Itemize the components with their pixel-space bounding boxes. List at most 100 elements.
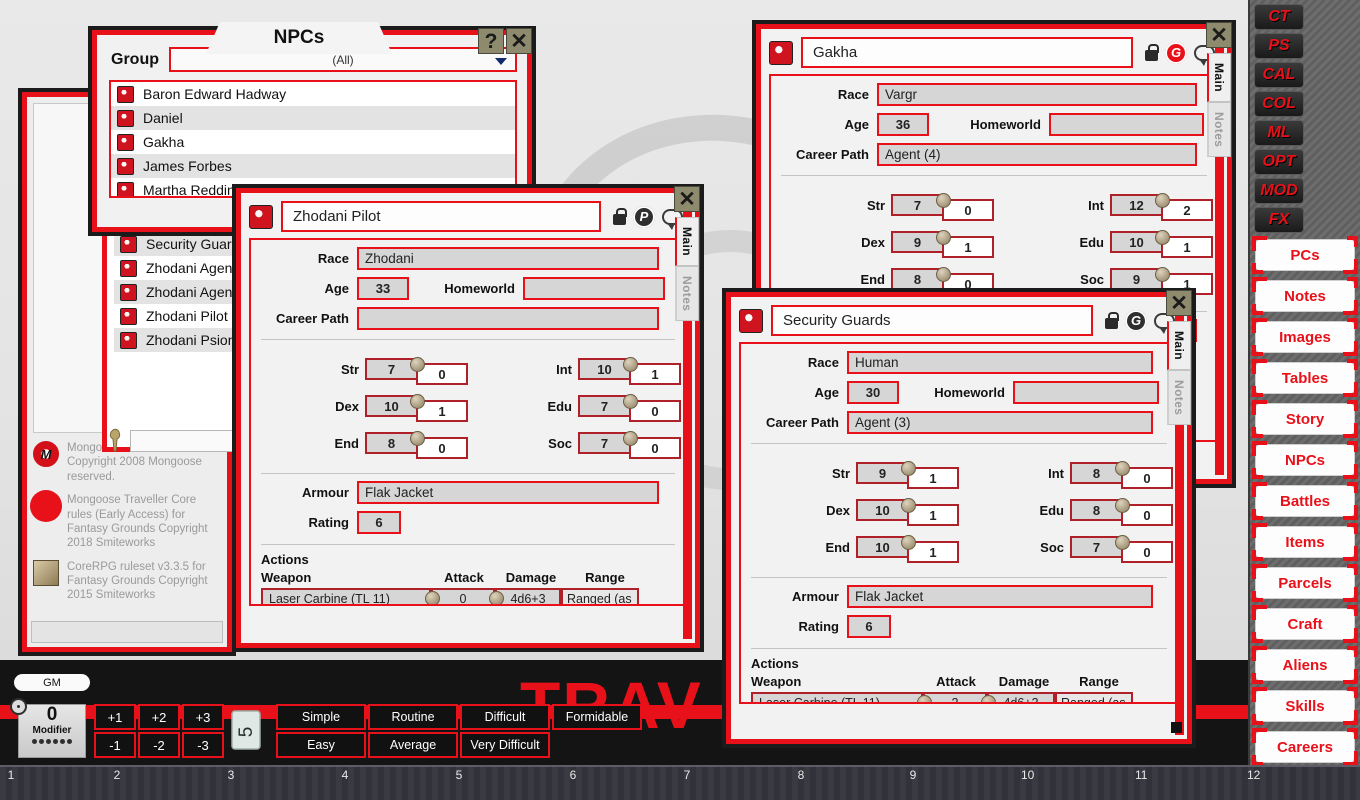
mod-plus-3-button[interactable]: +3 [182,704,224,730]
modifier-stepper[interactable]: 0 Modifier [18,704,86,758]
sidebar-item-items[interactable]: Items [1255,526,1355,558]
rating-value[interactable]: 6 [847,615,891,638]
difficulty-average-button[interactable]: Average [368,732,458,758]
weapon-damage[interactable]: 4d6+3 [495,588,561,606]
tab-main[interactable]: Main [675,217,699,266]
tab-notes[interactable]: Notes [1207,102,1231,157]
mod-plus-2-button[interactable]: +2 [138,704,180,730]
weapon-name[interactable]: Laser Carbine (TL 11) [261,588,431,606]
die-roll-icon[interactable] [410,357,425,372]
difficulty-simple-button[interactable]: Simple [276,704,366,730]
tab-main[interactable]: Main [1167,321,1191,370]
page-tab-12[interactable]: 12 [1244,767,1263,789]
sidebar-icon-cal[interactable]: CAL [1254,62,1304,88]
age-value[interactable]: 36 [877,113,929,136]
lock-icon[interactable] [1105,312,1118,329]
list-item[interactable]: Baron Edward Hadway [111,82,515,106]
rating-value[interactable]: 6 [357,511,401,534]
weapon-attack[interactable]: 0 [431,588,495,606]
page-tab-6[interactable]: 6 [564,767,582,789]
npc-list[interactable]: Baron Edward Hadway Daniel Gakha James F… [109,80,517,198]
sidebar-item-aliens[interactable]: Aliens [1255,649,1355,681]
sidebar-item-npcs[interactable]: NPCs [1255,444,1355,476]
lock-icon[interactable] [613,208,626,225]
list-item[interactable]: James Forbes [111,154,515,178]
sidebar-item-craft[interactable]: Craft [1255,608,1355,640]
page-tab-4[interactable]: 4 [336,767,354,789]
armour-value[interactable]: Flak Jacket [847,585,1153,608]
armour-value[interactable]: Flak Jacket [357,481,659,504]
lock-icon[interactable] [1145,44,1158,61]
left-panel-footer-bar[interactable] [31,621,223,643]
sidebar-item-battles[interactable]: Battles [1255,485,1355,517]
sidebar-item-careers[interactable]: Careers [1255,731,1355,763]
character-name-input[interactable]: Security Guards [771,305,1093,336]
sidebar-item-notes[interactable]: Notes [1255,280,1355,312]
difficulty-formidable-button[interactable]: Formidable [552,704,642,730]
close-button[interactable]: ✕ [1166,290,1192,316]
sidebar-item-tables[interactable]: Tables [1255,362,1355,394]
page-tab-8[interactable]: 8 [792,767,810,789]
sidebar-icon-ml[interactable]: ML [1254,120,1304,146]
die-roll-icon[interactable] [901,535,916,550]
page-tab-10[interactable]: 10 [1018,767,1037,789]
list-item[interactable]: Gakha [111,130,515,154]
sidebar-icon-col[interactable]: COL [1254,91,1304,117]
page-tab-2[interactable]: 2 [108,767,126,789]
sidebar-item-images[interactable]: Images [1255,321,1355,353]
page-tab-9[interactable]: 9 [904,767,922,789]
page-tab-5[interactable]: 5 [450,767,468,789]
tab-notes[interactable]: Notes [1167,370,1191,425]
character-name-input[interactable]: Zhodani Pilot [281,201,601,232]
mod-minus-3-button[interactable]: -3 [182,732,224,758]
difficulty-very-difficult-button[interactable]: Very Difficult [460,732,550,758]
die-roll-icon[interactable] [936,230,951,245]
homeworld-value[interactable] [1013,381,1159,404]
age-value[interactable]: 33 [357,277,409,300]
die-roll-icon[interactable] [1155,193,1170,208]
sidebar-item-story[interactable]: Story [1255,403,1355,435]
mod-plus-1-button[interactable]: +1 [94,704,136,730]
die-roll-icon[interactable] [410,431,425,446]
help-button[interactable]: ? [478,28,504,54]
tab-main[interactable]: Main [1207,53,1231,102]
mod-minus-1-button[interactable]: -1 [94,732,136,758]
mod-minus-2-button[interactable]: -2 [138,732,180,758]
career-path-value[interactable]: Agent (4) [877,143,1197,166]
sidebar-icon-ps[interactable]: PS [1254,33,1304,59]
die-roll-icon[interactable] [901,461,916,476]
die-roll-icon[interactable] [1115,461,1130,476]
age-value[interactable]: 30 [847,381,899,404]
close-button[interactable]: ✕ [1206,22,1232,48]
die-roll-icon[interactable] [623,357,638,372]
list-item[interactable]: Daniel [111,106,515,130]
die-roll-icon[interactable] [936,193,951,208]
race-value[interactable]: Zhodani [357,247,659,270]
page-tab-7[interactable]: 7 [678,767,696,789]
character-name-input[interactable]: Gakha [801,37,1133,68]
die-roll-icon[interactable] [901,498,916,513]
die-roll-icon[interactable] [410,394,425,409]
die-roll-icon[interactable] [1155,267,1170,282]
die-roll-icon[interactable] [1155,230,1170,245]
sidebar-item-skills[interactable]: Skills [1255,690,1355,722]
difficulty-easy-button[interactable]: Easy [276,732,366,758]
race-value[interactable]: Vargr [877,83,1197,106]
career-path-value[interactable]: Agent (3) [847,411,1153,434]
page-tab-11[interactable]: 11 [1132,767,1150,789]
gm-gear-icon[interactable]: G [1125,310,1147,332]
die-roll-icon[interactable] [623,394,638,409]
weapon-range[interactable]: Ranged (as [561,588,639,606]
die-roll-icon[interactable] [623,431,638,446]
homeworld-value[interactable] [1049,113,1204,136]
die-roll-icon[interactable] [425,591,440,606]
difficulty-difficult-button[interactable]: Difficult [460,704,550,730]
race-value[interactable]: Human [847,351,1153,374]
die-roll-icon[interactable] [936,267,951,282]
close-button[interactable]: ✕ [674,186,700,212]
close-button[interactable]: ✕ [506,28,532,54]
sidebar-item-parcels[interactable]: Parcels [1255,567,1355,599]
career-path-value[interactable] [357,307,659,330]
sidebar-icon-opt[interactable]: OPT [1254,149,1304,175]
sidebar-icon-fx[interactable]: FX [1254,207,1304,233]
